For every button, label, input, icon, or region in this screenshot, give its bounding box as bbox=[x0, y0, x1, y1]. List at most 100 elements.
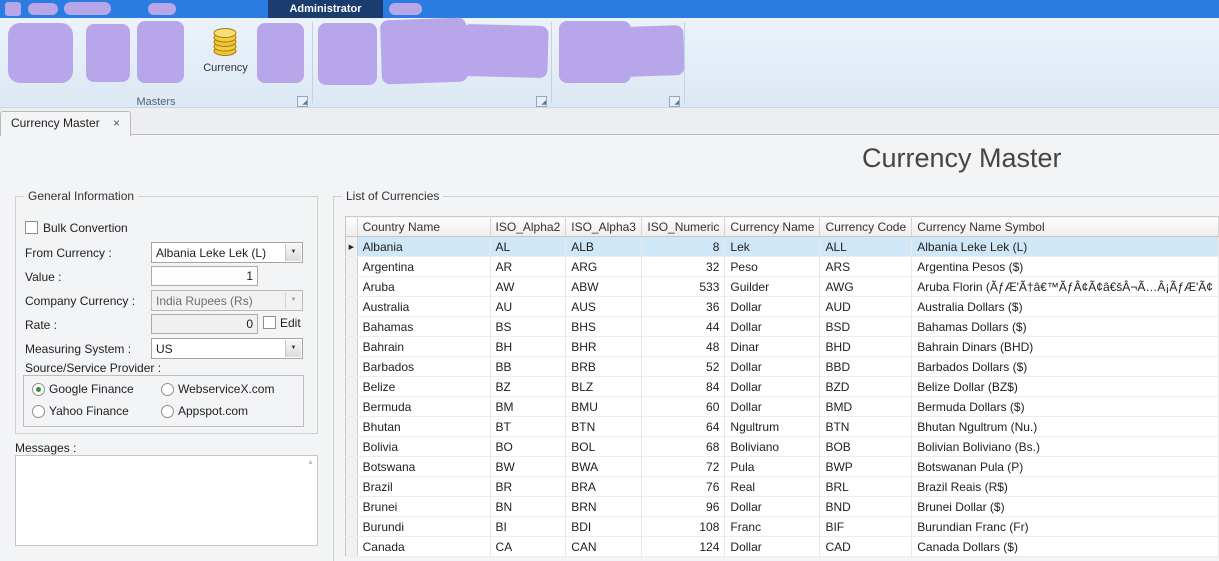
grid-cell[interactable]: Bermuda Dollars ($) bbox=[911, 396, 1219, 417]
grid-cell[interactable]: Aruba bbox=[357, 276, 491, 297]
grid-cell[interactable]: Botswana bbox=[357, 456, 491, 477]
grid-cell[interactable]: Dollar bbox=[724, 396, 821, 417]
column-header[interactable]: ISO_Numeric bbox=[641, 216, 726, 237]
grid-cell[interactable]: Dinar bbox=[724, 336, 821, 357]
grid-cell[interactable]: BOB bbox=[819, 436, 913, 457]
grid-cell[interactable]: BTN bbox=[819, 416, 913, 437]
dialog-launcher-icon[interactable]: ◢ bbox=[669, 96, 680, 107]
grid-cell[interactable]: Bolivia bbox=[357, 436, 491, 457]
grid-cell[interactable]: Dollar bbox=[724, 296, 821, 317]
grid-cell[interactable]: 8 bbox=[641, 236, 726, 257]
grid-cell[interactable]: Argentina Pesos ($) bbox=[911, 256, 1219, 277]
column-header[interactable]: ISO_Alpha2 bbox=[490, 216, 567, 237]
measuring-system-combo[interactable]: US ▼ bbox=[151, 338, 303, 359]
table-row[interactable]: Botswana BW BWA 72 Pula BWP Botswanan Pula (P) bbox=[345, 456, 1219, 477]
grid-cell[interactable]: Australia Dollars ($) bbox=[911, 296, 1219, 317]
grid-cell[interactable]: Dollar bbox=[724, 356, 821, 377]
grid-cell[interactable]: 44 bbox=[641, 316, 726, 337]
grid-cell[interactable]: Botswanan Pula (P) bbox=[911, 456, 1219, 477]
table-row[interactable]: Canada CA CAN 124 Dollar CAD Canada Dollars ($… bbox=[345, 536, 1219, 557]
grid-cell[interactable]: Peso bbox=[724, 256, 821, 277]
close-icon[interactable]: × bbox=[113, 116, 120, 130]
grid-cell[interactable]: BZD bbox=[819, 376, 913, 397]
grid-cell[interactable]: AUD bbox=[819, 296, 913, 317]
grid-cell[interactable]: BLZ bbox=[565, 376, 643, 397]
grid-cell[interactable]: 84 bbox=[641, 376, 726, 397]
value-input[interactable]: 1 bbox=[151, 266, 258, 286]
grid-cell[interactable]: AU bbox=[490, 296, 567, 317]
grid-cell[interactable]: Real bbox=[724, 476, 821, 497]
grid-cell[interactable]: Ngultrum bbox=[724, 416, 821, 437]
table-row[interactable]: Argentina AR ARG 32 Peso ARS Argentina Pesos (… bbox=[345, 256, 1219, 277]
column-header[interactable]: Currency Name bbox=[724, 216, 821, 237]
grid-cell[interactable]: Bhutan Ngultrum (Nu.) bbox=[911, 416, 1219, 437]
table-row[interactable]: Bolivia BO BOL 68 Boliviano BOB Bolivian Boliv… bbox=[345, 436, 1219, 457]
table-row[interactable]: Bahamas BS BHS 44 Dollar BSD Bahamas Dollars (… bbox=[345, 316, 1219, 337]
column-header[interactable]: Currency Code bbox=[819, 216, 913, 237]
grid-cell[interactable]: BDI bbox=[565, 516, 643, 537]
table-row[interactable]: Brunei BN BRN 96 Dollar BND Brunei Dollar ($) bbox=[345, 496, 1219, 517]
grid-cell[interactable]: BRA bbox=[565, 476, 643, 497]
grid-cell[interactable]: Guilder bbox=[724, 276, 821, 297]
grid-cell[interactable]: 96 bbox=[641, 496, 726, 517]
grid-cell[interactable]: CAD bbox=[819, 536, 913, 557]
grid-cell[interactable]: Boliviano bbox=[724, 436, 821, 457]
grid-cell[interactable]: BHS bbox=[565, 316, 643, 337]
redacted-ribbon-button[interactable] bbox=[257, 23, 304, 83]
grid-cell[interactable]: Brazil Reais (R$) bbox=[911, 476, 1219, 497]
table-row[interactable]: Bhutan BT BTN 64 Ngultrum BTN Bhutan Ngultrum … bbox=[345, 416, 1219, 437]
grid-cell[interactable]: Dollar bbox=[724, 376, 821, 397]
grid-cell[interactable]: BB bbox=[490, 356, 567, 377]
radio-google-finance[interactable] bbox=[32, 383, 45, 396]
grid-cell[interactable]: AWG bbox=[819, 276, 913, 297]
grid-cell[interactable]: Barbados Dollars ($) bbox=[911, 356, 1219, 377]
table-row[interactable]: Barbados BB BRB 52 Dollar BBD Barbados Dollars… bbox=[345, 356, 1219, 377]
grid-cell[interactable]: ARG bbox=[565, 256, 643, 277]
grid-cell[interactable]: AUS bbox=[565, 296, 643, 317]
grid-cell[interactable]: 76 bbox=[641, 476, 726, 497]
grid-cell[interactable]: 533 bbox=[641, 276, 726, 297]
redacted-ribbon-button[interactable] bbox=[86, 24, 130, 82]
grid-cell[interactable]: BSD bbox=[819, 316, 913, 337]
grid-cell[interactable]: Bahamas bbox=[357, 316, 491, 337]
grid-cell[interactable]: Canada bbox=[357, 536, 491, 557]
grid-cell[interactable]: Dollar bbox=[724, 316, 821, 337]
grid-cell[interactable]: Brunei bbox=[357, 496, 491, 517]
radio-appspot-com[interactable] bbox=[161, 405, 174, 418]
table-row[interactable]: Brazil BR BRA 76 Real BRL Brazil Reais (R$) bbox=[345, 476, 1219, 497]
grid-cell[interactable]: Bahrain Dinars (BHD) bbox=[911, 336, 1219, 357]
grid-cell[interactable]: Bolivian Boliviano (Bs.) bbox=[911, 436, 1219, 457]
grid-cell[interactable]: BRN bbox=[565, 496, 643, 517]
grid-cell[interactable]: CAN bbox=[565, 536, 643, 557]
grid-cell[interactable]: Argentina bbox=[357, 256, 491, 277]
grid-cell[interactable]: Bahamas Dollars ($) bbox=[911, 316, 1219, 337]
grid-cell[interactable]: Barbados bbox=[357, 356, 491, 377]
grid-cell[interactable]: Brazil bbox=[357, 476, 491, 497]
grid-cell[interactable]: Brunei Dollar ($) bbox=[911, 496, 1219, 517]
grid-cell[interactable]: Pula bbox=[724, 456, 821, 477]
grid-cell[interactable]: BN bbox=[490, 496, 567, 517]
grid-cell[interactable]: BR bbox=[490, 476, 567, 497]
table-row[interactable]: ▶ Albania AL ALB 8 Lek ALL Albania Leke Lek (L) bbox=[345, 236, 1219, 257]
grid-cell[interactable]: ABW bbox=[565, 276, 643, 297]
redacted-ribbon-tab[interactable] bbox=[389, 3, 422, 15]
grid-cell[interactable]: BRL bbox=[819, 476, 913, 497]
radio-yahoo-finance[interactable] bbox=[32, 405, 45, 418]
grid-cell[interactable]: 68 bbox=[641, 436, 726, 457]
grid-cell[interactable]: Dollar bbox=[724, 496, 821, 517]
grid-cell[interactable]: Lek bbox=[724, 236, 821, 257]
grid-cell[interactable]: 108 bbox=[641, 516, 726, 537]
redacted-ribbon-button[interactable] bbox=[137, 21, 184, 83]
grid-cell[interactable]: BHD bbox=[819, 336, 913, 357]
table-row[interactable]: Australia AU AUS 36 Dollar AUD Australia Dolla… bbox=[345, 296, 1219, 317]
grid-cell[interactable]: Belize Dollar (BZ$) bbox=[911, 376, 1219, 397]
table-row[interactable]: Burundi BI BDI 108 Franc BIF Burundian Franc (… bbox=[345, 516, 1219, 537]
grid-cell[interactable]: Bahrain bbox=[357, 336, 491, 357]
grid-cell[interactable]: BMU bbox=[565, 396, 643, 417]
grid-cell[interactable]: BT bbox=[490, 416, 567, 437]
edit-checkbox[interactable] bbox=[263, 316, 276, 329]
grid-cell[interactable]: Belize bbox=[357, 376, 491, 397]
grid-cell[interactable]: 32 bbox=[641, 256, 726, 277]
table-row[interactable]: Bahrain BH BHR 48 Dinar BHD Bahrain Dinars (BH… bbox=[345, 336, 1219, 357]
grid-cell[interactable]: BW bbox=[490, 456, 567, 477]
